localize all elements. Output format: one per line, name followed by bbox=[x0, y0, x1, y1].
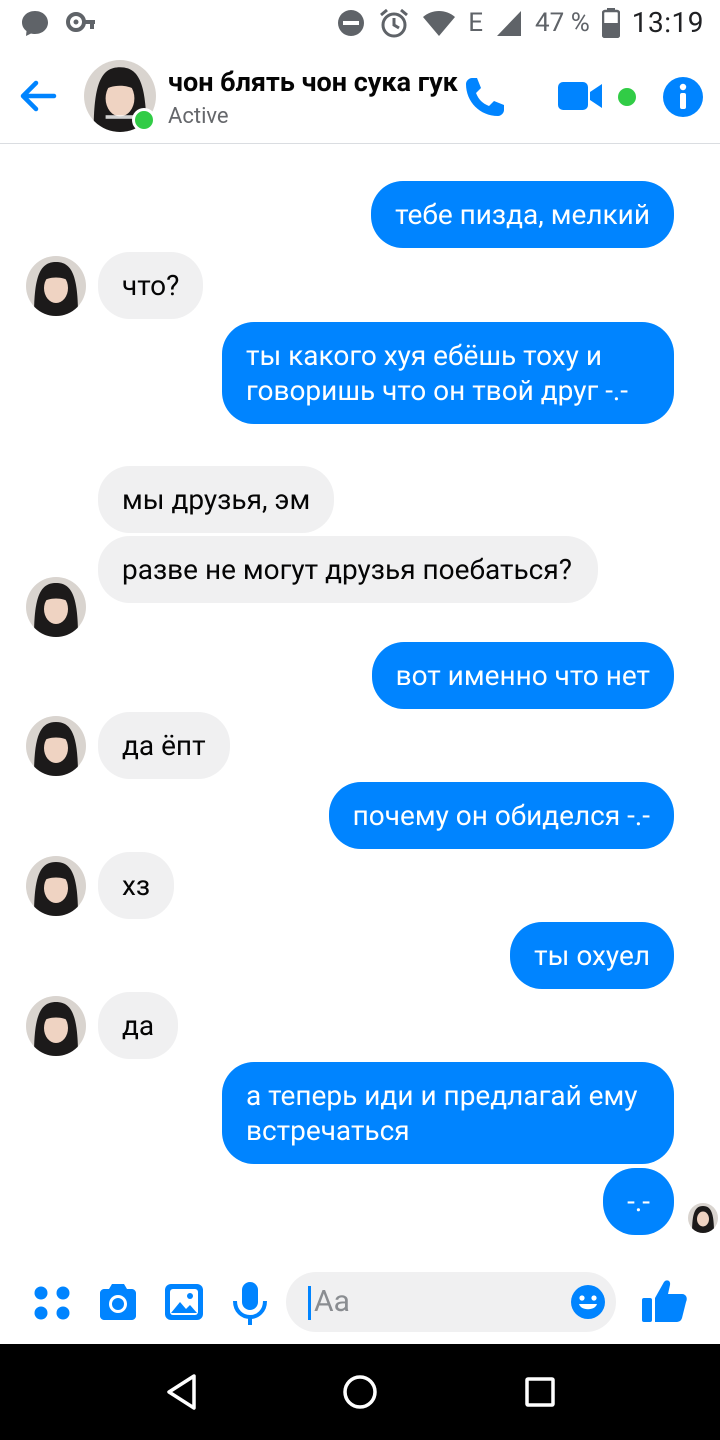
active-status-dot bbox=[132, 108, 156, 132]
wifi-icon bbox=[423, 10, 456, 36]
message-bubble-sent[interactable]: почему он обиделся -.- bbox=[328, 782, 674, 849]
message-bubble-sent[interactable]: вот именно что нет bbox=[371, 642, 674, 709]
more-apps-icon[interactable] bbox=[32, 1280, 72, 1324]
video-active-dot bbox=[618, 88, 636, 106]
home-nav-icon[interactable] bbox=[342, 1372, 378, 1412]
message-bubble-received[interactable]: что? bbox=[98, 252, 204, 319]
message-input-placeholder: Aa bbox=[314, 1284, 350, 1319]
gallery-icon[interactable] bbox=[162, 1280, 206, 1324]
emoji-icon[interactable] bbox=[570, 1284, 606, 1320]
recents-nav-icon[interactable] bbox=[524, 1372, 556, 1412]
message-bubble-sent[interactable]: тебе пизда, мелкий bbox=[371, 181, 674, 248]
back-nav-icon[interactable] bbox=[164, 1372, 198, 1412]
camera-icon[interactable] bbox=[96, 1280, 140, 1324]
message-bubble-received[interactable]: да ёпт bbox=[98, 712, 230, 779]
text-caret bbox=[308, 1286, 311, 1320]
clock: 13:19 bbox=[631, 6, 704, 39]
message-bubble-received[interactable]: мы друзья, эм bbox=[98, 466, 335, 533]
info-icon[interactable] bbox=[662, 76, 704, 118]
message-input[interactable]: Aa bbox=[286, 1272, 616, 1332]
phone-icon[interactable] bbox=[460, 72, 510, 122]
contact-status: Active bbox=[168, 104, 229, 129]
conversation-header: чон блять чон сука гук Active bbox=[0, 48, 720, 144]
message-bubble-sent[interactable]: а теперь иди и предлагай ему встречаться bbox=[222, 1062, 674, 1164]
message-list[interactable]: тебе пизда, мелкий что? ты какого хуя еб… bbox=[0, 145, 720, 1260]
system-navigation-bar bbox=[0, 1344, 720, 1440]
message-bubble-received[interactable]: да bbox=[98, 992, 179, 1059]
message-bubble-sent[interactable]: ты охуел bbox=[510, 922, 674, 989]
message-bubble-sent[interactable]: ты какого хуя ебёшь тоху и говоришь что … bbox=[222, 322, 674, 424]
message-bubble-received[interactable]: хз bbox=[98, 852, 175, 919]
signal-icon bbox=[497, 10, 522, 36]
dnd-icon bbox=[338, 9, 365, 36]
video-camera-icon[interactable] bbox=[556, 78, 606, 114]
message-composer: Aa bbox=[0, 1260, 720, 1344]
contact-avatar[interactable] bbox=[26, 996, 86, 1056]
key-icon bbox=[66, 12, 95, 32]
contact-avatar[interactable] bbox=[26, 856, 86, 916]
message-bubble-sent[interactable]: -.- bbox=[603, 1168, 674, 1235]
contact-name[interactable]: чон блять чон сука гук bbox=[168, 66, 480, 98]
network-type: E bbox=[468, 7, 484, 38]
alarm-icon bbox=[380, 8, 409, 37]
microphone-icon[interactable] bbox=[230, 1280, 270, 1326]
contact-avatar[interactable] bbox=[26, 256, 86, 316]
battery-icon bbox=[601, 7, 620, 38]
status-bar: E 47 % 13:19 bbox=[0, 0, 720, 48]
back-arrow-icon[interactable] bbox=[16, 74, 60, 118]
contact-avatar[interactable] bbox=[26, 577, 86, 637]
seen-receipt-avatar bbox=[688, 1203, 718, 1233]
messenger-bubble-icon bbox=[22, 11, 48, 36]
battery-percent: 47 % bbox=[535, 7, 590, 38]
contact-avatar[interactable] bbox=[26, 716, 86, 776]
message-bubble-received[interactable]: разве не могут друзья поебаться? bbox=[98, 536, 598, 603]
thumbs-up-icon[interactable] bbox=[640, 1276, 690, 1326]
